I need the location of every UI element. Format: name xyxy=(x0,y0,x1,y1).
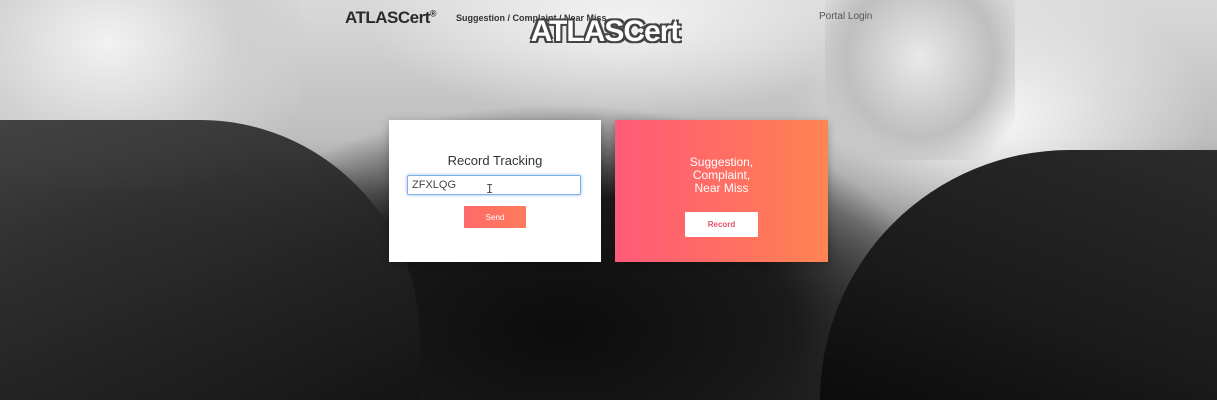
record-button[interactable]: Record xyxy=(685,212,758,237)
tracking-code-input[interactable] xyxy=(407,175,581,195)
page-bottom-strip xyxy=(0,400,1217,407)
brand-logo-large: ATLASCert xyxy=(530,15,681,48)
brand-logo-small-text: ATLASCert xyxy=(345,8,430,27)
record-heading-line-3: Near Miss xyxy=(694,181,749,195)
record-tracking-card: Record Tracking I Send xyxy=(389,120,601,262)
background-jacket-left xyxy=(0,120,420,400)
send-button[interactable]: Send xyxy=(464,206,526,228)
record-tracking-title: Record Tracking xyxy=(447,153,543,168)
brand-logo-small[interactable]: ATLASCert® xyxy=(345,8,437,28)
top-navigation: ATLASCert® Suggestion / Complaint / Near… xyxy=(0,0,1217,48)
text-cursor-icon: I xyxy=(486,182,494,196)
portal-login-link[interactable]: Portal Login xyxy=(819,11,872,22)
hero-background xyxy=(0,0,1217,400)
record-card-heading: Suggestion, Complaint, Near Miss xyxy=(615,156,828,195)
registered-mark: ® xyxy=(429,8,437,19)
suggestion-record-card: Suggestion, Complaint, Near Miss Record xyxy=(615,120,828,262)
background-jacket-right xyxy=(820,150,1217,400)
